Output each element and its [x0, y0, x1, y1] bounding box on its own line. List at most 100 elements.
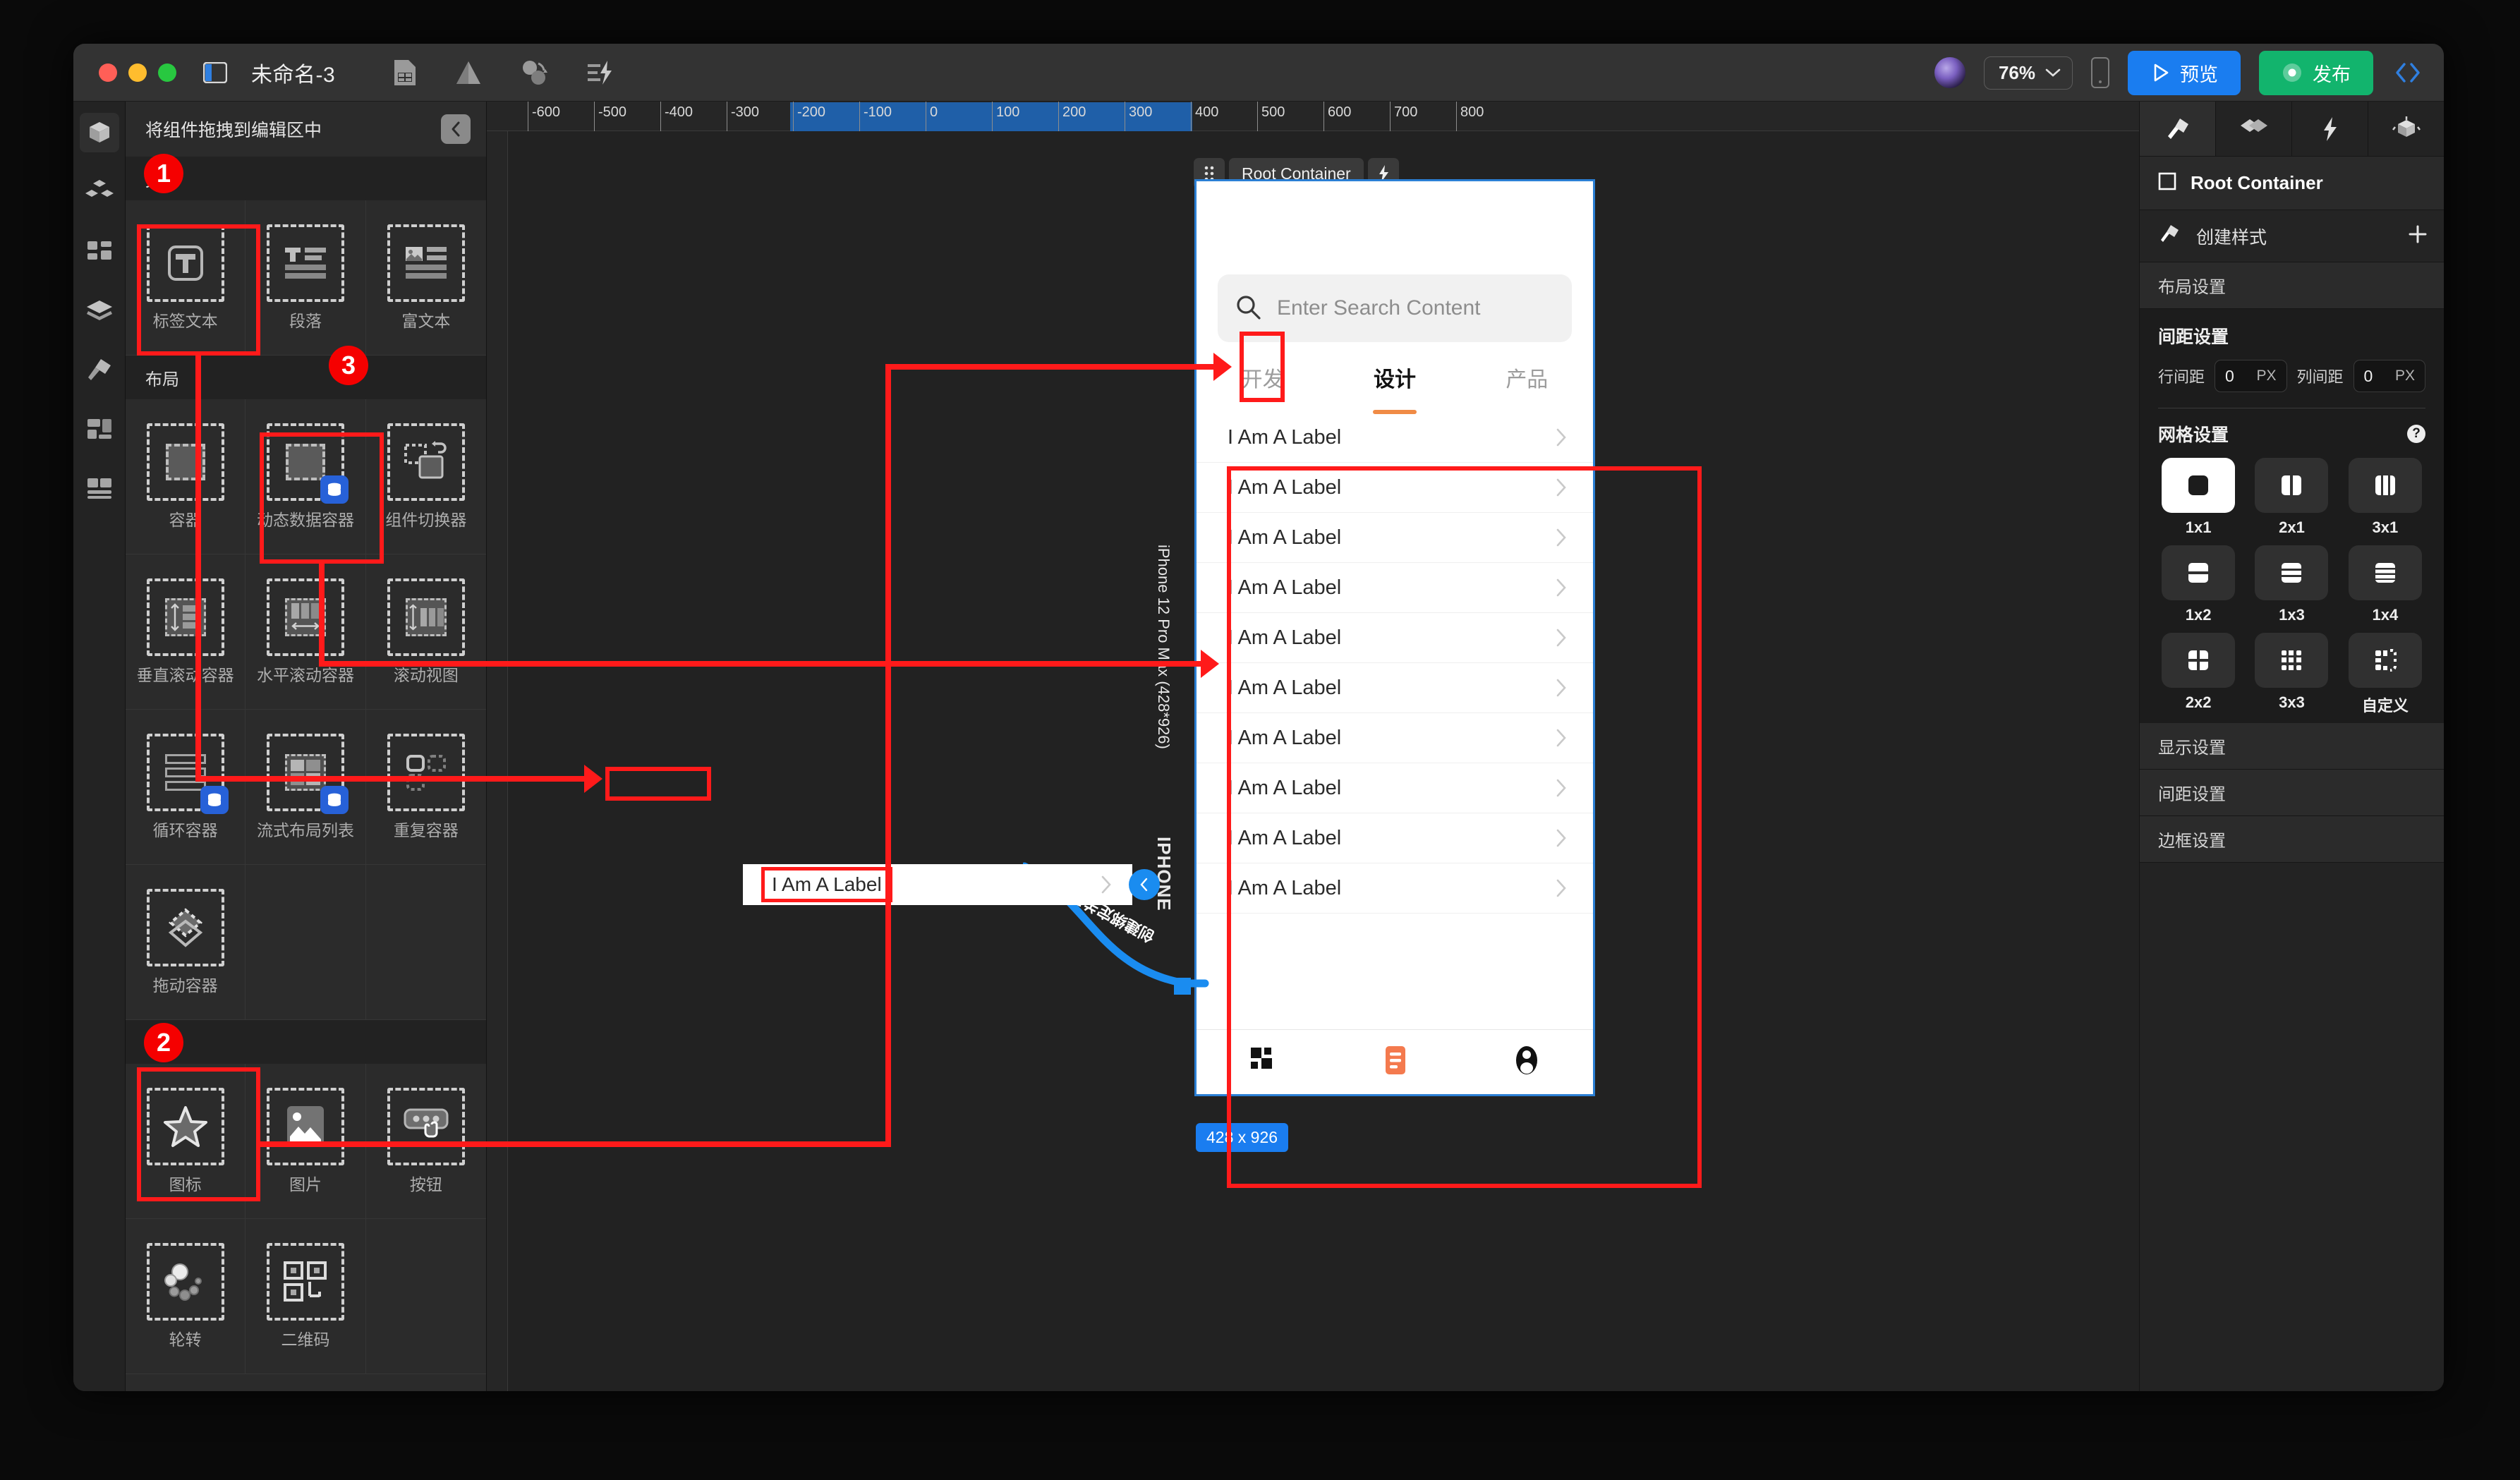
boolean-ops-icon[interactable]	[520, 59, 548, 86]
list-item[interactable]: I Am A Label	[1197, 513, 1593, 563]
more-actions-icon[interactable]	[2392, 57, 2424, 88]
library-item-carousel[interactable]: 轮转	[126, 1219, 246, 1374]
library-item-container[interactable]: 容器	[126, 399, 246, 554]
maximize-window-button[interactable]	[158, 63, 176, 82]
list-item[interactable]: I Am A Label	[1197, 663, 1593, 713]
user-avatar[interactable]	[1934, 57, 1965, 88]
triangle-shape-icon[interactable]	[455, 59, 482, 86]
sidebar-toggle-icon[interactable]	[203, 61, 227, 83]
rail-item-styles[interactable]	[80, 350, 119, 389]
horizontal-ruler[interactable]: -600 -500 -400 -300 -200 -100 0 100 200 …	[487, 102, 2139, 131]
list-item[interactable]: I Am A Label	[1197, 413, 1593, 463]
grid-option-3x3[interactable]: 3x3	[2251, 633, 2332, 716]
phone-tab-design[interactable]: 设计	[1328, 362, 1460, 393]
library-item-flow-layout-list[interactable]: 流式布局列表	[246, 710, 366, 865]
list-item[interactable]: I Am A Label	[1197, 463, 1593, 513]
dashboard-icon[interactable]	[1249, 1045, 1278, 1079]
library-item-loop-container[interactable]: 循环容器	[126, 710, 246, 865]
tab-style[interactable]	[2140, 102, 2216, 156]
plus-icon[interactable]	[2407, 224, 2428, 248]
publish-button[interactable]: 发布	[2259, 50, 2373, 95]
library-item-button[interactable]: 按钮	[365, 1064, 486, 1219]
list-icon[interactable]	[1383, 1045, 1408, 1079]
quick-action-icon[interactable]	[586, 59, 614, 86]
library-item-vertical-scroll[interactable]: 垂直滚动容器	[126, 554, 246, 710]
library-item-horizontal-scroll[interactable]: 水平滚动容器	[246, 554, 366, 710]
list-item[interactable]: I Am A Label	[1197, 813, 1593, 863]
collapse-panel-button[interactable]	[441, 114, 471, 144]
border-settings-section[interactable]: 边框设置	[2140, 816, 2444, 863]
create-style-row[interactable]: 创建样式	[2140, 210, 2444, 262]
library-header: 将组件拖拽到编辑区中	[126, 102, 486, 157]
search-icon[interactable]	[1235, 293, 1261, 324]
list-item[interactable]: I Am A Label	[1197, 763, 1593, 813]
minimize-window-button[interactable]	[128, 63, 147, 82]
list-item[interactable]: I Am A Label	[1197, 563, 1593, 613]
list-item[interactable]: I Am A Label	[1197, 713, 1593, 763]
library-cell-empty	[365, 1219, 486, 1374]
spacing-settings-section[interactable]: 间距设置	[2140, 770, 2444, 816]
chevron-right-icon	[1556, 629, 1566, 647]
grid-option-2x1[interactable]: 2x1	[2251, 458, 2332, 537]
library-item-repeat-container[interactable]: 重复容器	[365, 710, 486, 865]
close-window-button[interactable]	[99, 63, 117, 82]
tab-component[interactable]	[2368, 102, 2444, 156]
rail-item-components[interactable]	[80, 172, 119, 212]
rail-item-blocks[interactable]	[80, 409, 119, 449]
grid-option-2x2[interactable]: 2x2	[2158, 633, 2239, 716]
grid-option-3x1[interactable]: 3x1	[2345, 458, 2425, 537]
grid-option-1x2[interactable]: 1x2	[2158, 545, 2239, 624]
display-settings-section[interactable]: 显示设置	[2140, 723, 2444, 770]
vertical-ruler[interactable]	[487, 131, 508, 1391]
binding-source-handle[interactable]	[1129, 869, 1160, 900]
scroll-view-icon	[387, 578, 465, 656]
grid-option-1x3[interactable]: 1x3	[2251, 545, 2332, 624]
library-item-component-switcher[interactable]: 组件切换器	[365, 399, 486, 554]
grid-option-custom[interactable]: 自定义	[2345, 633, 2425, 716]
col-gap-input[interactable]: 0 PX	[2353, 360, 2425, 392]
window-controls[interactable]	[99, 63, 176, 82]
library-item-drag-container[interactable]: 拖动容器	[126, 865, 246, 1020]
row-gap-input[interactable]: 0 PX	[2215, 360, 2287, 392]
search-input-placeholder[interactable]: Enter Search Content	[1277, 296, 1481, 320]
help-icon[interactable]: ?	[2407, 425, 2425, 443]
list-item[interactable]: I Am A Label	[1197, 863, 1593, 914]
grid-option-1x1[interactable]: 1x1	[2158, 458, 2239, 537]
rail-item-cube[interactable]	[79, 113, 119, 152]
play-icon	[2154, 63, 2169, 82]
library-item-dynamic-data-container[interactable]: 动态数据容器	[246, 399, 366, 554]
library-item-scroll-view[interactable]: 滚动视图	[365, 554, 486, 710]
phone-search-bar[interactable]: Enter Search Content	[1218, 274, 1572, 342]
library-item-qrcode[interactable]: 二维码	[246, 1219, 366, 1374]
phone-bottom-nav[interactable]	[1197, 1029, 1593, 1094]
chevron-right-icon	[1556, 729, 1566, 747]
paragraph-icon	[266, 224, 344, 302]
binding-endpoint-handle[interactable]	[1174, 978, 1191, 995]
library-item-paragraph[interactable]: 段落	[246, 200, 366, 356]
tab-interaction[interactable]	[2292, 102, 2368, 156]
row-gap-label: 行间距	[2158, 368, 2205, 386]
preview-button[interactable]: 预览	[2128, 50, 2241, 95]
zoom-selector[interactable]: 76%	[1983, 56, 2073, 90]
floating-label-widget[interactable]: I Am A Label	[743, 864, 1132, 905]
table-icon[interactable]	[393, 59, 417, 87]
library-item-icon[interactable]: 图标	[126, 1064, 246, 1219]
profile-icon[interactable]	[1513, 1045, 1541, 1079]
rail-item-widgets[interactable]	[80, 231, 119, 271]
grid-option-1x4[interactable]: 1x4	[2345, 545, 2425, 624]
library-item-image[interactable]: 图片	[246, 1064, 366, 1219]
layout-settings-section[interactable]: 布局设置	[2140, 262, 2444, 309]
canvas-area[interactable]: -600 -500 -400 -300 -200 -100 0 100 200 …	[487, 102, 2139, 1391]
inspector-node-row[interactable]: Root Container	[2140, 157, 2444, 210]
library-item-rich-text[interactable]: 富文本	[365, 200, 486, 356]
library-item-label-text[interactable]: 标签文本	[126, 200, 246, 356]
list-item[interactable]: I Am A Label	[1197, 613, 1593, 663]
phone-frame-icon[interactable]	[2091, 57, 2109, 88]
phone-preview[interactable]: Enter Search Content 开发 设计 产品 I Am A Lab…	[1194, 179, 1595, 1096]
tab-layers[interactable]	[2216, 102, 2292, 156]
rail-item-templates[interactable]	[80, 468, 119, 508]
phone-tab-dev[interactable]: 开发	[1197, 362, 1328, 393]
phone-tab-product[interactable]: 产品	[1461, 362, 1593, 393]
phone-list[interactable]: I Am A Label I Am A Label I Am A Label I…	[1197, 413, 1593, 1029]
rail-item-layers[interactable]	[80, 291, 119, 330]
